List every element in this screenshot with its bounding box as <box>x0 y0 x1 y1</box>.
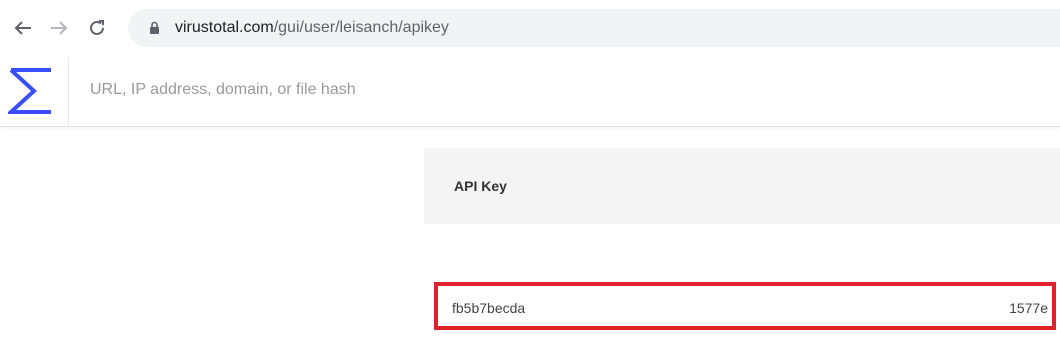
lock-icon <box>147 20 161 36</box>
url-text[interactable]: virustotal.com/gui/user/leisanch/apikey <box>175 19 449 37</box>
panel-title: API Key <box>454 178 507 194</box>
url-path: /gui/user/leisanch/apikey <box>273 19 449 36</box>
back-arrow-icon[interactable] <box>12 14 34 42</box>
address-bar[interactable]: virustotal.com/gui/user/leisanch/apikey <box>128 9 1060 47</box>
virustotal-logo[interactable] <box>5 66 54 116</box>
reload-icon[interactable] <box>86 14 108 42</box>
panel-header: API Key <box>424 148 1060 224</box>
site-header <box>0 58 1060 127</box>
api-key-field[interactable]: fb5b7becda 1577e <box>434 282 1056 330</box>
api-key-value-end: 1577e <box>1009 300 1048 316</box>
search-input[interactable] <box>82 72 1042 108</box>
api-key-value-start: fb5b7becda <box>452 300 526 316</box>
forward-arrow-icon[interactable] <box>48 14 70 42</box>
search-divider <box>68 58 69 126</box>
browser-toolbar: virustotal.com/gui/user/leisanch/apikey <box>0 0 1060 58</box>
url-domain: virustotal.com <box>175 19 274 36</box>
api-key-panel: API Key fb5b7becda 1577e <box>424 148 1060 362</box>
